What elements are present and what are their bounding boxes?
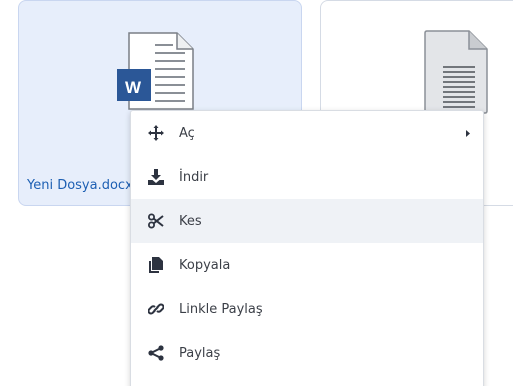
- copy-icon: [147, 256, 165, 274]
- scissors-icon: [147, 212, 165, 230]
- menu-item-share[interactable]: Paylaş: [131, 331, 483, 375]
- file-browser: W Yeni Dosya.docx Aç İndir Kes Kopyala L…: [0, 0, 513, 386]
- download-icon: [147, 168, 165, 186]
- menu-item-label: Kes: [179, 213, 202, 229]
- move-arrows-icon: [147, 124, 165, 142]
- caret-right-icon: [465, 127, 471, 142]
- menu-item-open[interactable]: Aç: [131, 111, 483, 155]
- menu-item-label: Aç: [179, 125, 195, 141]
- word-document-icon: [117, 32, 194, 110]
- share-icon: [147, 344, 165, 362]
- link-icon: [147, 300, 165, 318]
- menu-item-label: İndir: [179, 169, 209, 185]
- file-name-label[interactable]: Yeni Dosya.docx: [27, 178, 137, 193]
- menu-item-label: Paylaş: [179, 345, 221, 361]
- menu-item-copy[interactable]: Kopyala: [131, 243, 483, 287]
- word-badge-letter: W: [125, 78, 142, 97]
- menu-item-share-link[interactable]: Linkle Paylaş: [131, 287, 483, 331]
- menu-item-label: Kopyala: [179, 257, 231, 273]
- text-document-icon: [424, 30, 488, 114]
- menu-item-label: Linkle Paylaş: [179, 301, 263, 317]
- menu-item-cut[interactable]: Kes: [131, 199, 483, 243]
- context-menu: Aç İndir Kes Kopyala Linkle Paylaş Payla…: [130, 110, 484, 386]
- menu-item-download[interactable]: İndir: [131, 155, 483, 199]
